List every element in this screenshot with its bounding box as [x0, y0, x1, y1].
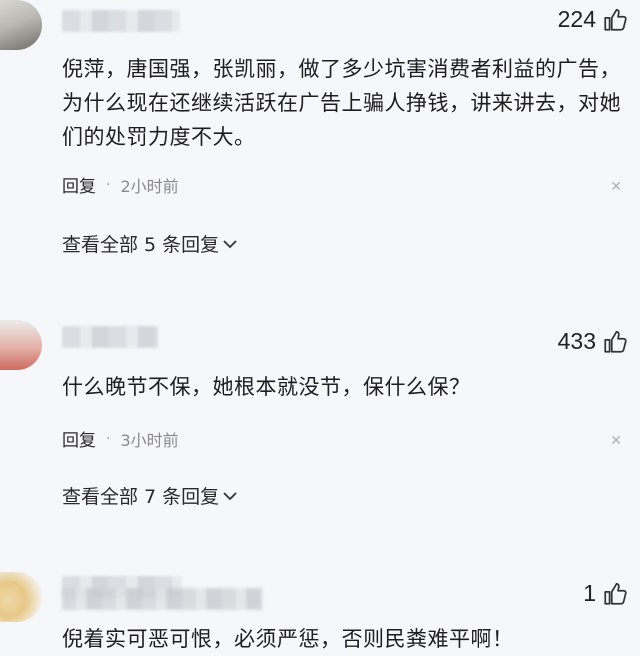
- username-blurred[interactable]: [62, 10, 180, 32]
- view-replies-link[interactable]: 查看全部 7 条回复: [62, 482, 237, 509]
- like-button[interactable]: 1: [583, 580, 628, 607]
- like-count: 433: [557, 328, 596, 354]
- close-icon[interactable]: ✕: [610, 434, 622, 448]
- view-replies-link[interactable]: 查看全部 5 条回复: [62, 230, 237, 257]
- close-icon[interactable]: ✕: [610, 180, 622, 194]
- comment-time: 3小时前: [120, 430, 179, 450]
- avatar[interactable]: [0, 320, 42, 370]
- comment-item: 433 什么晚节不保，她根本就没节，保什么保？ 回复 · 3小时前 ✕ 查看全部…: [0, 320, 640, 570]
- like-count: 1: [583, 580, 596, 606]
- comment-time: 2小时前: [120, 176, 179, 196]
- thumbs-up-icon: [604, 582, 627, 605]
- thumbs-up-icon: [604, 330, 627, 353]
- meta-separator: ·: [106, 176, 111, 193]
- comment-item: 1 倪着实可恶可恨，必须严惩，否则民粪难平啊！: [0, 572, 640, 656]
- meta-separator: ·: [106, 430, 111, 447]
- comment-meta: 回复 · 3小时前: [62, 426, 179, 452]
- view-replies-label: 查看全部 5 条回复: [62, 234, 220, 256]
- comment-text: 什么晚节不保，她根本就没节，保什么保？: [62, 375, 471, 399]
- chevron-down-icon: [223, 491, 237, 500]
- username-blurred[interactable]: [62, 326, 158, 348]
- thumbs-up-icon: [604, 8, 627, 31]
- chevron-down-icon: [223, 239, 237, 248]
- reply-button[interactable]: 回复: [62, 172, 96, 197]
- view-replies-label: 查看全部 7 条回复: [62, 486, 220, 508]
- comment-text: 倪着实可恶可恨，必须严惩，否则民粪难平啊！: [62, 627, 514, 651]
- reply-button[interactable]: 回复: [62, 426, 96, 451]
- like-count: 224: [557, 6, 596, 32]
- comment-text: 倪萍，唐国强，张凯丽，做了多少坑害消费者利益的广告，为什么现在还继续活跃在广告上…: [62, 57, 621, 149]
- like-button[interactable]: 433: [558, 328, 628, 355]
- comment-meta: 回复 · 2小时前: [62, 172, 179, 198]
- blurred-text-line: [62, 588, 262, 610]
- comment-item: 224 倪萍，唐国强，张凯丽，做了多少坑害消费者利益的广告，为什么现在还继续活跃…: [0, 0, 640, 290]
- like-button[interactable]: 224: [558, 6, 628, 33]
- avatar[interactable]: [0, 572, 42, 622]
- avatar[interactable]: [0, 0, 42, 50]
